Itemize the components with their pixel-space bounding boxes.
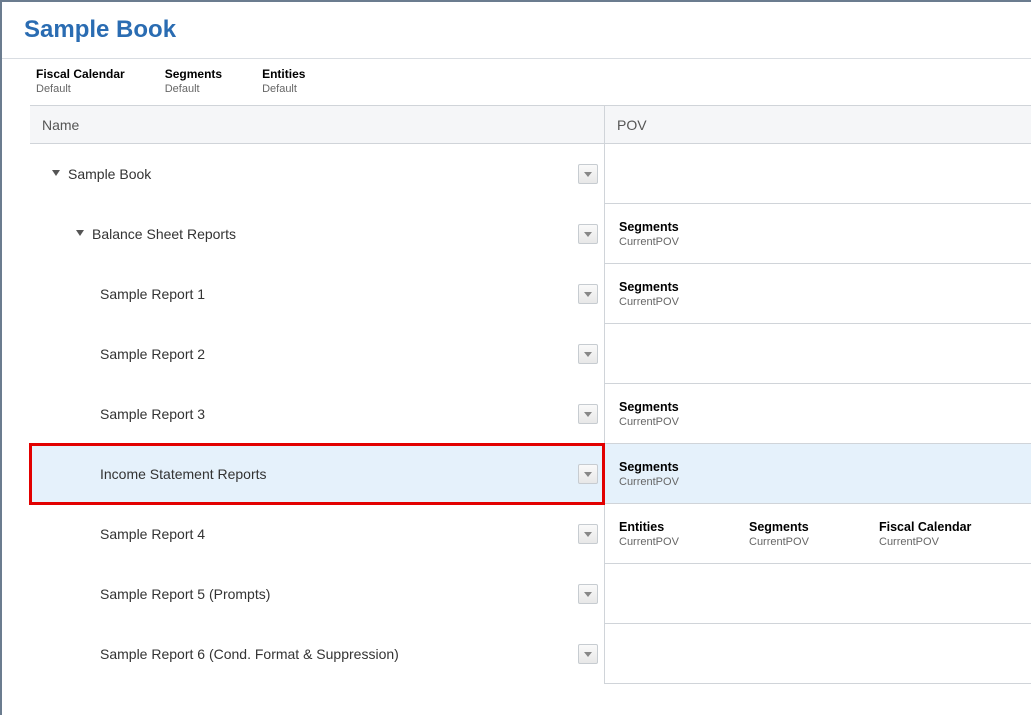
pov-row: Segments CurrentPOV (605, 264, 1031, 324)
tree-row[interactable]: Income Statement Reports (30, 444, 604, 504)
pov-item-value: CurrentPOV (619, 476, 749, 488)
pov-item[interactable]: Segments CurrentPOV (619, 460, 749, 488)
pov-row: Segments CurrentPOV (605, 384, 1031, 444)
row-actions-dropdown[interactable] (578, 464, 598, 484)
chevron-down-icon (584, 292, 592, 297)
row-actions-dropdown[interactable] (578, 344, 598, 364)
pov-item-title: Segments (749, 520, 879, 534)
grid-body: Sample Book Balance Sheet Reports Sample R… (30, 144, 1031, 684)
tree-row-label: Sample Report 4 (100, 526, 205, 542)
row-actions-dropdown[interactable] (578, 284, 598, 304)
row-actions-dropdown[interactable] (578, 224, 598, 244)
tree-row-label: Sample Report 1 (100, 286, 205, 302)
filter-segments[interactable]: Segments Default (165, 67, 222, 95)
tree-row[interactable]: Sample Report 5 (Prompts) (30, 564, 604, 624)
pov-row (605, 564, 1031, 624)
chevron-down-icon (584, 472, 592, 477)
row-actions-dropdown[interactable] (578, 524, 598, 544)
pov-item-title: Segments (619, 400, 749, 414)
tree-row[interactable]: Sample Report 3 (30, 384, 604, 444)
chevron-down-icon (584, 412, 592, 417)
pov-row: EntitiesCurrentPOVSegmentsCurrentPOVFisc… (605, 504, 1031, 564)
pov-item-value: CurrentPOV (879, 536, 1009, 548)
pov-item-title: Segments (619, 280, 749, 294)
tree-toggle-icon[interactable] (76, 230, 84, 236)
row-actions-dropdown[interactable] (578, 584, 598, 604)
column-header-pov[interactable]: POV (605, 117, 1031, 133)
pov-row: Segments CurrentPOV (605, 204, 1031, 264)
pov-row (605, 624, 1031, 684)
filter-value: Default (165, 83, 222, 95)
tree-row[interactable]: Sample Book (30, 144, 604, 204)
pov-row (605, 324, 1031, 384)
chevron-down-icon (584, 592, 592, 597)
pov-row: Segments CurrentPOV (605, 444, 1031, 504)
filter-value: Default (262, 83, 305, 95)
book-grid: Name POV Sample Book Balance Sheet Report… (30, 105, 1031, 684)
row-actions-dropdown[interactable] (578, 164, 598, 184)
filter-label: Entities (262, 67, 305, 81)
pov-item[interactable]: Segments CurrentPOV (619, 400, 749, 428)
chevron-down-icon (584, 352, 592, 357)
pov-item[interactable]: Segments CurrentPOV (619, 220, 749, 248)
tree-row[interactable]: Sample Report 6 (Cond. Format & Suppress… (30, 624, 604, 684)
chevron-down-icon (584, 172, 592, 177)
row-actions-dropdown[interactable] (578, 644, 598, 664)
tree-row[interactable]: Sample Report 4 (30, 504, 604, 564)
tree-row-label: Sample Report 5 (Prompts) (100, 586, 270, 602)
name-column: Sample Book Balance Sheet Reports Sample R… (30, 144, 605, 684)
tree-row[interactable]: Sample Report 1 (30, 264, 604, 324)
row-actions-dropdown[interactable] (578, 404, 598, 424)
pov-item-title: Segments (619, 460, 749, 474)
pov-item-title: Segments (619, 220, 749, 234)
pov-item-value: CurrentPOV (619, 296, 749, 308)
pov-item[interactable]: Entities CurrentPOV (619, 520, 749, 548)
tree-row[interactable]: Balance Sheet Reports (30, 204, 604, 264)
chevron-down-icon (584, 652, 592, 657)
chevron-down-icon (584, 232, 592, 237)
page-title: Sample Book (2, 2, 1031, 58)
grid-header: Name POV (30, 106, 1031, 144)
pov-item-value: CurrentPOV (619, 536, 749, 548)
pov-item[interactable]: Segments CurrentPOV (749, 520, 879, 548)
filter-entities[interactable]: Entities Default (262, 67, 305, 95)
chevron-down-icon (584, 532, 592, 537)
pov-item[interactable]: Fiscal Calendar CurrentPOV (879, 520, 1009, 548)
tree-row-label: Sample Book (68, 166, 151, 182)
pov-item-value: CurrentPOV (749, 536, 879, 548)
tree-row-label: Sample Report 3 (100, 406, 205, 422)
filters-row: Fiscal Calendar Default Segments Default… (2, 58, 1031, 105)
pov-item-title: Entities (619, 520, 749, 534)
filter-label: Segments (165, 67, 222, 81)
tree-row[interactable]: Sample Report 2 (30, 324, 604, 384)
pov-item-value: CurrentPOV (619, 416, 749, 428)
pov-item-title: Fiscal Calendar (879, 520, 1009, 534)
column-header-name[interactable]: Name (30, 106, 605, 143)
tree-row-label: Sample Report 6 (Cond. Format & Suppress… (100, 646, 399, 662)
pov-row (605, 144, 1031, 204)
tree-row-label: Income Statement Reports (100, 466, 267, 482)
tree-toggle-icon[interactable] (52, 170, 60, 176)
tree-row-label: Balance Sheet Reports (92, 226, 236, 242)
pov-item-value: CurrentPOV (619, 236, 749, 248)
filter-label: Fiscal Calendar (36, 67, 125, 81)
tree-row-label: Sample Report 2 (100, 346, 205, 362)
filter-value: Default (36, 83, 125, 95)
filter-fiscal-calendar[interactable]: Fiscal Calendar Default (36, 67, 125, 95)
pov-item[interactable]: Segments CurrentPOV (619, 280, 749, 308)
pov-column: SegmentsCurrentPOVSegmentsCurrentPOVSegm… (605, 144, 1031, 684)
